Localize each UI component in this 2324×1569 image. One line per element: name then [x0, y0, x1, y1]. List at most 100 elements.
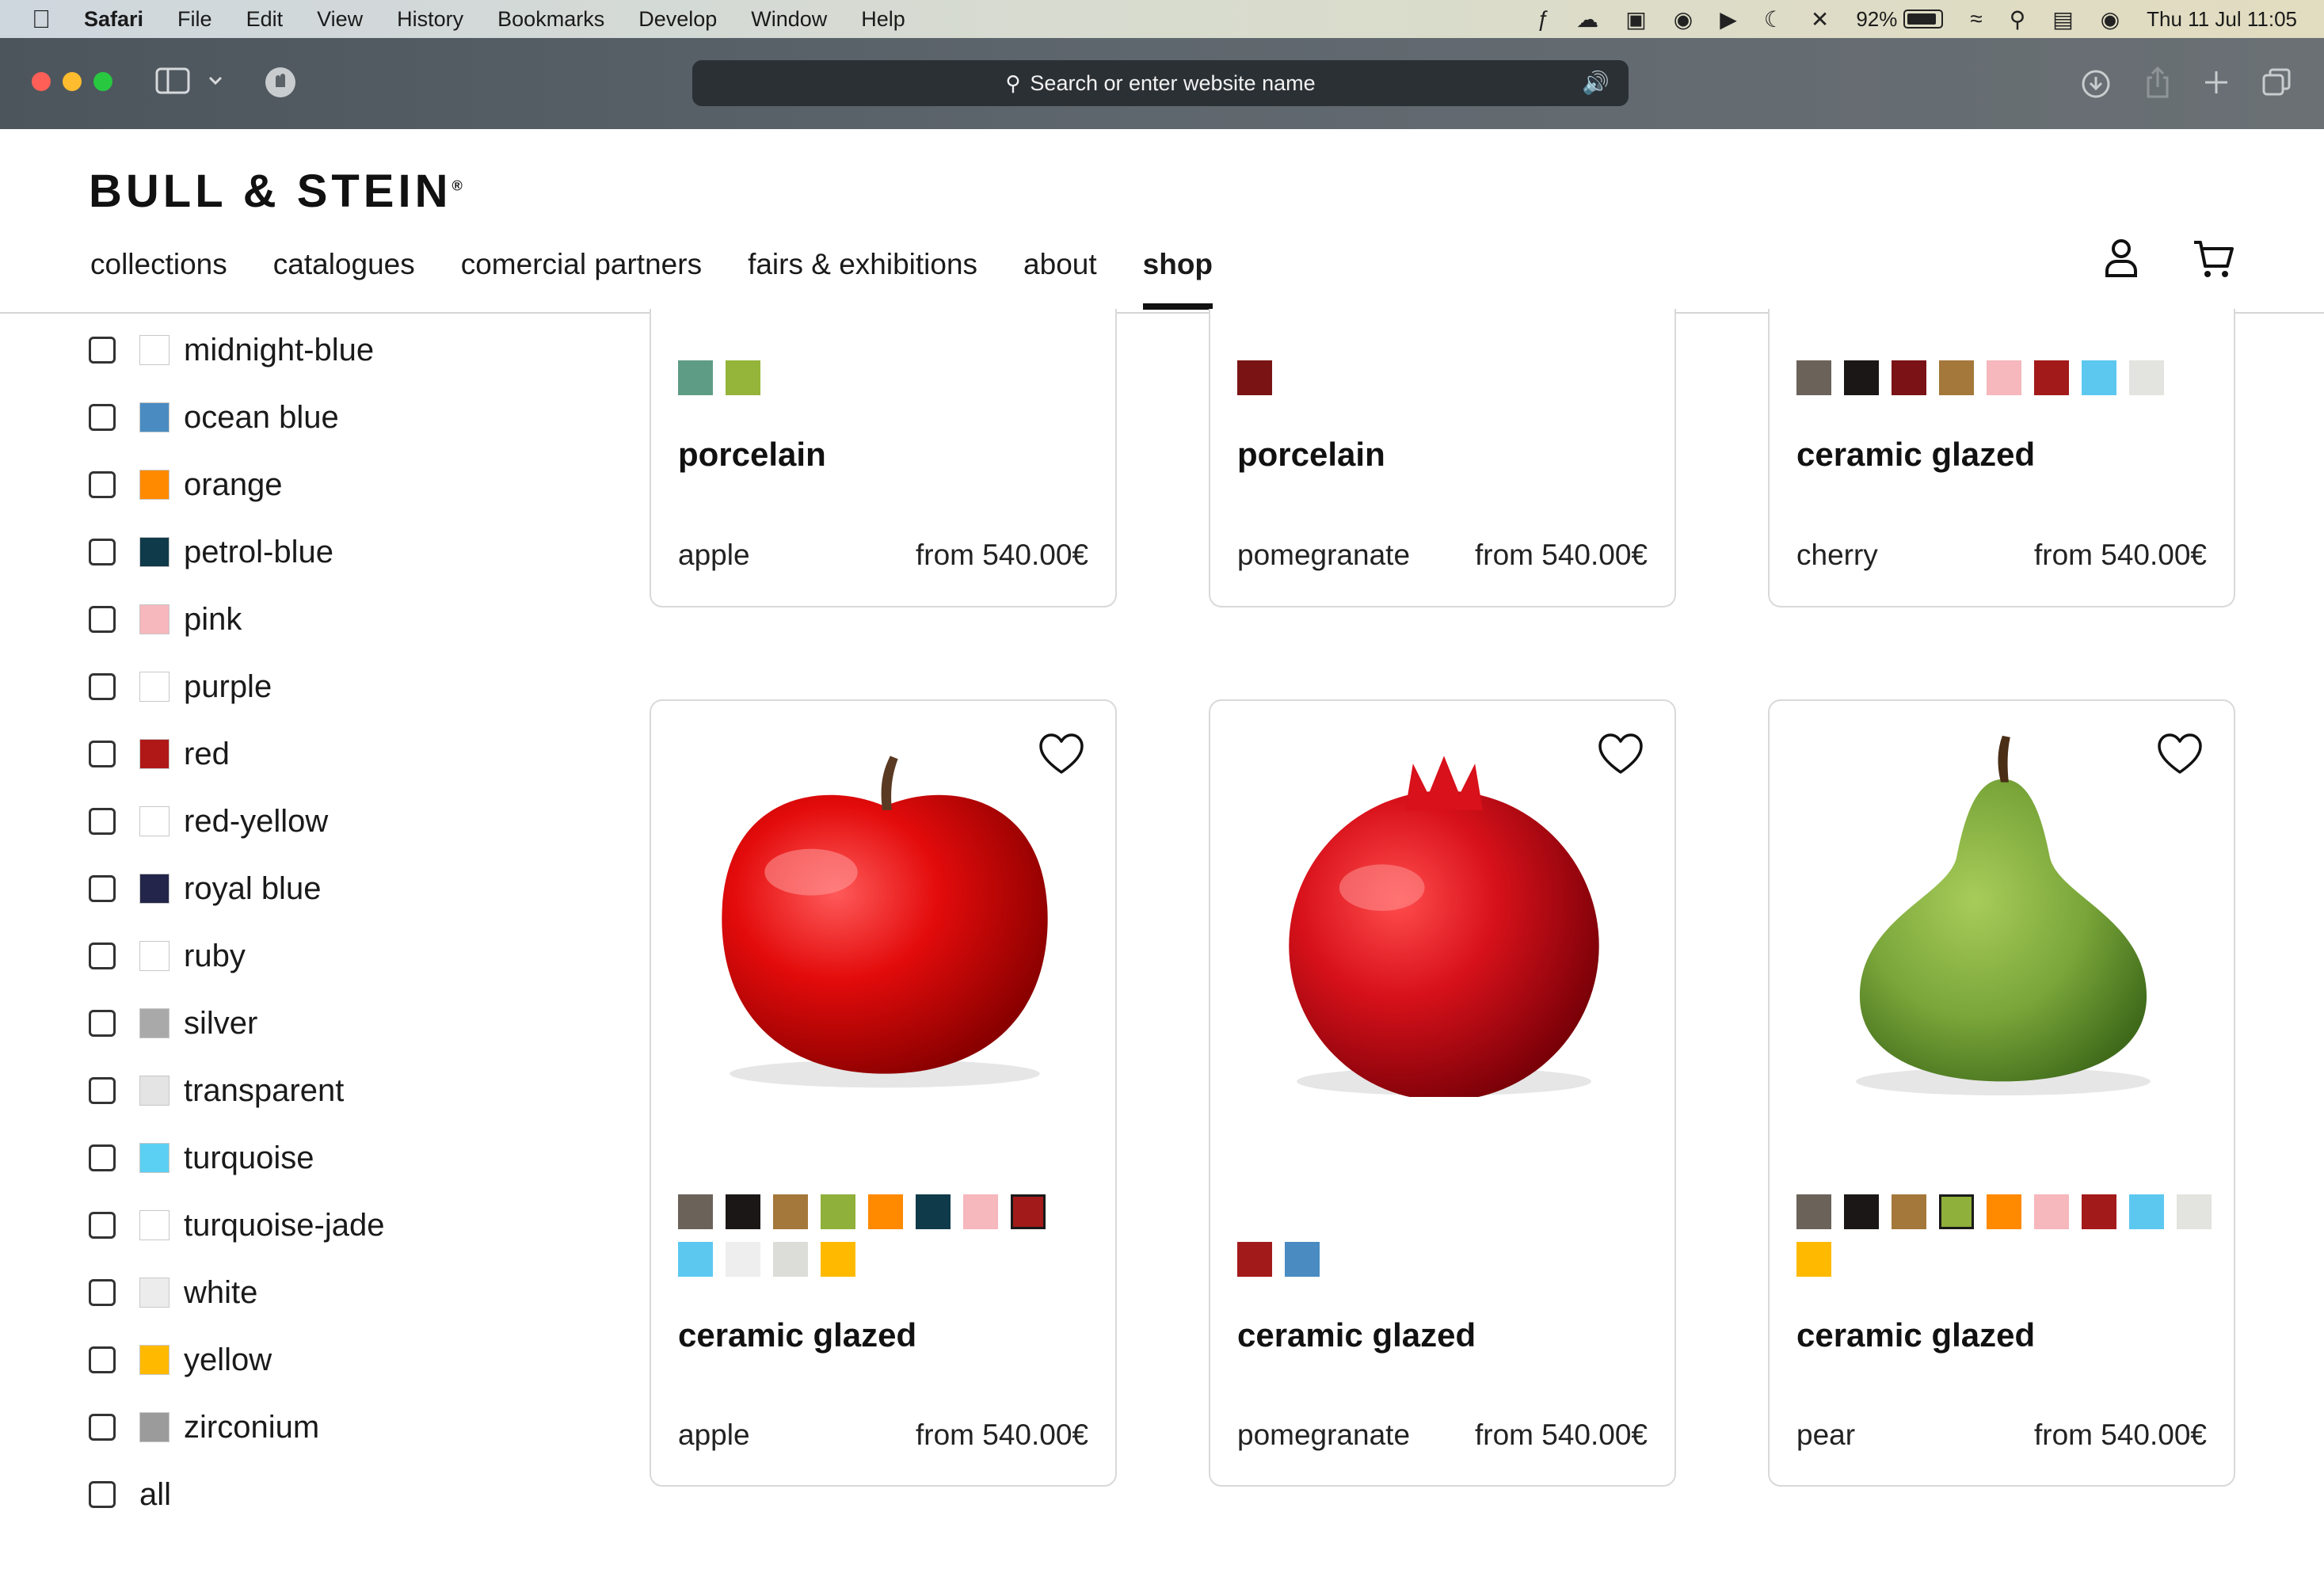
filter-option[interactable]: royal blue [89, 865, 321, 912]
variant-swatch[interactable] [2082, 1194, 2116, 1229]
privacy-shield-icon[interactable] [263, 65, 298, 100]
product-material[interactable]: ceramic glazed [1796, 436, 2035, 474]
filter-checkbox[interactable] [89, 1279, 116, 1306]
filter-option[interactable]: ocean blue [89, 394, 339, 441]
filter-checkbox[interactable] [89, 808, 116, 835]
filter-option[interactable]: midnight-blue [89, 326, 374, 374]
product-card[interactable]: ceramic glazed cherry from 540.00€ [1768, 309, 2235, 607]
filter-option[interactable]: all [89, 1471, 171, 1518]
variant-swatch[interactable] [726, 1242, 760, 1277]
nav-about[interactable]: about [1023, 248, 1097, 281]
record-icon[interactable]: ◉ [1674, 6, 1693, 32]
menu-develop[interactable]: Develop [638, 7, 717, 32]
filter-checkbox[interactable] [89, 404, 116, 431]
wifi-icon[interactable]: ≈ [1970, 6, 1982, 32]
control-center-icon[interactable]: ▤ [2052, 6, 2073, 32]
filter-option[interactable]: ruby [89, 932, 246, 980]
variant-swatch[interactable] [2082, 360, 2116, 395]
nav-shop[interactable]: shop [1142, 248, 1213, 310]
variant-swatch[interactable] [1058, 1194, 1093, 1229]
focus-moon-icon[interactable]: ☾ [1764, 6, 1784, 32]
new-tab-icon[interactable] [2202, 68, 2231, 97]
variant-swatch[interactable] [1237, 1242, 1272, 1277]
figma-icon[interactable]: ƒ [1537, 6, 1550, 32]
filter-option[interactable]: white [89, 1269, 257, 1316]
filter-checkbox[interactable] [89, 1010, 116, 1037]
variant-swatch[interactable] [773, 1194, 808, 1229]
variant-swatch[interactable] [678, 1194, 713, 1229]
downloads-icon[interactable] [2080, 68, 2112, 100]
nav-fairs-exhibitions[interactable]: fairs & exhibitions [748, 248, 977, 281]
filter-option[interactable]: petrol-blue [89, 528, 333, 576]
zoom-window-button[interactable] [93, 72, 112, 91]
filter-option[interactable]: turquoise-jade [89, 1202, 385, 1249]
variant-swatch[interactable] [1844, 360, 1879, 395]
display-icon[interactable]: ▣ [1625, 6, 1646, 32]
menu-help[interactable]: Help [861, 7, 905, 32]
variant-swatch[interactable] [773, 1242, 808, 1277]
cart-icon[interactable] [2189, 234, 2237, 282]
product-material[interactable]: ceramic glazed [678, 1316, 916, 1354]
site-logo[interactable]: BULL & STEIN® [89, 165, 463, 218]
filter-option[interactable]: silver [89, 1000, 257, 1047]
tab-overview-icon[interactable] [2261, 67, 2292, 98]
variant-swatch[interactable] [1892, 1194, 1926, 1229]
filter-option[interactable]: zirconium [89, 1403, 319, 1451]
variant-swatch[interactable] [2129, 360, 2164, 395]
filter-option[interactable]: purple [89, 663, 272, 710]
variant-swatch[interactable] [2034, 360, 2069, 395]
variant-swatch[interactable] [2177, 1194, 2212, 1229]
share-icon[interactable] [2142, 65, 2174, 100]
variant-swatch[interactable] [2034, 1194, 2069, 1229]
nav-collections[interactable]: collections [90, 248, 227, 281]
apple-menu-icon[interactable]:  [32, 5, 51, 34]
chevron-down-icon[interactable] [208, 74, 223, 87]
filter-checkbox[interactable] [89, 471, 116, 498]
filter-checkbox[interactable] [89, 741, 116, 767]
filter-checkbox[interactable] [89, 1212, 116, 1239]
bluetooth-off-icon[interactable]: ✕ [1811, 6, 1829, 32]
address-bar[interactable]: ⚲ Search or enter website name 🔊 [692, 60, 1629, 106]
clock[interactable]: Thu 11 Jul 11:05 [2147, 7, 2297, 32]
variant-swatch[interactable] [916, 1194, 951, 1229]
filter-option[interactable]: red-yellow [89, 798, 328, 845]
close-window-button[interactable] [32, 72, 51, 91]
variant-swatch[interactable] [726, 360, 760, 395]
battery-icon[interactable] [1903, 10, 1944, 29]
product-card[interactable]: ceramic glazed pear from 540.00€ [1768, 699, 2235, 1487]
wishlist-heart-icon[interactable] [1597, 731, 1644, 779]
product-material[interactable]: porcelain [678, 436, 826, 474]
filter-checkbox[interactable] [89, 875, 116, 902]
variant-swatch[interactable] [1892, 360, 1926, 395]
variant-swatch[interactable] [1796, 360, 1831, 395]
filter-checkbox[interactable] [89, 1481, 116, 1508]
filter-option[interactable]: turquoise [89, 1134, 314, 1182]
nav-comercial-partners[interactable]: comercial partners [461, 248, 702, 281]
filter-option[interactable]: transparent [89, 1067, 344, 1114]
product-card[interactable]: ceramic glazed pomegranate from 540.00€ [1209, 699, 1676, 1487]
sidebar-icon[interactable] [155, 67, 190, 95]
product-image[interactable] [1793, 733, 2213, 1097]
play-icon[interactable]: ▶ [1720, 6, 1737, 32]
filter-checkbox[interactable] [89, 1414, 116, 1441]
variant-swatch[interactable] [1939, 1194, 1974, 1229]
menu-edit[interactable]: Edit [246, 7, 284, 32]
variant-swatch[interactable] [1987, 360, 2021, 395]
variant-swatch[interactable] [821, 1242, 855, 1277]
variant-swatch[interactable] [678, 360, 713, 395]
creative-cloud-icon[interactable]: ☁ [1576, 6, 1598, 32]
filter-checkbox[interactable] [89, 943, 116, 969]
nav-catalogues[interactable]: catalogues [273, 248, 415, 281]
spotlight-search-icon[interactable]: ⚲ [2010, 6, 2026, 32]
menu-view[interactable]: View [317, 7, 363, 32]
filter-option[interactable]: red [89, 730, 230, 778]
variant-swatch[interactable] [868, 1194, 903, 1229]
product-card[interactable]: ceramic glazed apple from 540.00€ [650, 699, 1117, 1487]
wishlist-heart-icon[interactable] [2156, 731, 2204, 779]
product-material[interactable]: ceramic glazed [1237, 1316, 1476, 1354]
filter-checkbox[interactable] [89, 1077, 116, 1104]
minimize-window-button[interactable] [63, 72, 82, 91]
menu-history[interactable]: History [397, 7, 463, 32]
speaker-icon[interactable]: 🔊 [1582, 70, 1610, 96]
variant-swatch[interactable] [1237, 360, 1272, 395]
